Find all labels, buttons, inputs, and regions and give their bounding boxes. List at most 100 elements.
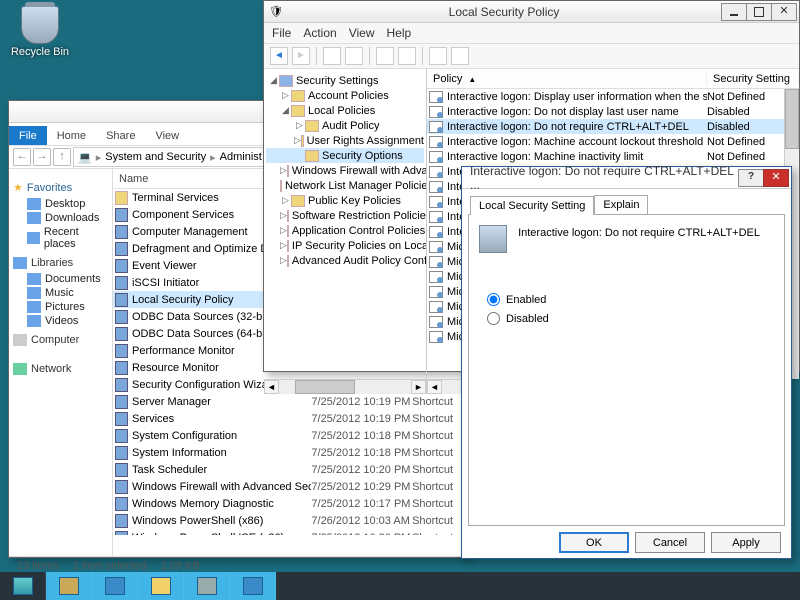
tree-node[interactable]: ◢Security Settings: [266, 73, 424, 88]
minimize-button[interactable]: [721, 3, 747, 21]
tab-home[interactable]: Home: [47, 126, 96, 145]
expand-icon[interactable]: ▷: [280, 240, 287, 251]
tab-file[interactable]: File: [9, 126, 47, 145]
policy-row[interactable]: Interactive logon: Display user informat…: [427, 89, 799, 104]
tree-node[interactable]: ▷User Rights Assignment: [266, 133, 424, 148]
nav-forward-button[interactable]: →: [33, 148, 51, 166]
menu-view[interactable]: View: [349, 26, 375, 40]
nav-favorites-header[interactable]: ★Favorites: [13, 181, 108, 194]
tab-view[interactable]: View: [145, 126, 189, 145]
taskbar-secpol[interactable]: [184, 572, 230, 600]
nav-item[interactable]: Desktop: [13, 197, 108, 211]
expand-icon[interactable]: ▷: [280, 90, 291, 101]
tree-node[interactable]: ▷Account Policies: [266, 88, 424, 103]
menu-help[interactable]: Help: [387, 26, 412, 40]
nav-up-button[interactable]: ↑: [53, 148, 71, 166]
list-item[interactable]: Windows PowerShell (x86)7/26/2012 10:03 …: [113, 512, 467, 529]
expand-icon[interactable]: ▷: [294, 135, 301, 146]
list-item[interactable]: System Information7/25/2012 10:18 PMShor…: [113, 444, 467, 461]
tree-node[interactable]: ▷Advanced Audit Policy Confi: [266, 253, 424, 268]
expand-icon[interactable]: ▷: [280, 210, 287, 221]
tree-node[interactable]: ▷Audit Policy: [266, 118, 424, 133]
dialog-title: Interactive logon: Do not require CTRL+A…: [464, 164, 739, 192]
expand-icon[interactable]: ▷: [294, 120, 305, 131]
toolbar-btn[interactable]: [451, 47, 469, 65]
network-icon: [13, 363, 27, 375]
expand-icon[interactable]: ▷: [280, 225, 287, 236]
item-icon: [115, 531, 128, 536]
nav-item[interactable]: Documents: [13, 272, 108, 286]
tree-node[interactable]: ▷Windows Firewall with Advan: [266, 163, 424, 178]
sort-indicator-icon: ▲: [468, 75, 476, 84]
nav-item[interactable]: Recent places: [13, 225, 108, 251]
list-item[interactable]: Task Scheduler7/25/2012 10:20 PMShortcut: [113, 461, 467, 478]
breadcrumb-seg-2[interactable]: Administ: [220, 151, 262, 163]
tree-node[interactable]: ◢Local Policies: [266, 103, 424, 118]
tree-node[interactable]: ▷Public Key Policies: [266, 193, 424, 208]
nav-item[interactable]: Videos: [13, 314, 108, 328]
tree-node[interactable]: ▷Application Control Policies: [266, 223, 424, 238]
start-button[interactable]: [0, 572, 46, 600]
cancel-button[interactable]: Cancel: [635, 532, 705, 553]
radio-disabled[interactable]: Disabled: [487, 312, 774, 325]
taskbar-powershell[interactable]: [92, 572, 138, 600]
policy-row[interactable]: Interactive logon: Do not display last u…: [427, 104, 799, 119]
breadcrumb-seg-1[interactable]: System and Security: [105, 151, 206, 163]
list-item[interactable]: Services7/25/2012 10:19 PMShortcut: [113, 410, 467, 427]
nav-libraries-header[interactable]: Libraries: [13, 257, 108, 269]
list-item[interactable]: Server Manager7/25/2012 10:19 PMShortcut: [113, 393, 467, 410]
toolbar-btn[interactable]: [345, 47, 363, 65]
folder-icon: [287, 240, 289, 252]
toolbar-btn[interactable]: [398, 47, 416, 65]
list-item[interactable]: Windows PowerShell ISE (x86)7/25/2012 10…: [113, 529, 467, 535]
expand-icon[interactable]: ◢: [268, 75, 279, 86]
tab-explain[interactable]: Explain: [594, 195, 648, 214]
radio-enabled[interactable]: Enabled: [487, 293, 774, 306]
close-button[interactable]: [763, 169, 789, 187]
column-header-policy[interactable]: Policy▲: [427, 73, 707, 85]
toolbar-back-button[interactable]: [270, 47, 288, 65]
nav-item[interactable]: Music: [13, 286, 108, 300]
tab-local-security-setting[interactable]: Local Security Setting: [470, 196, 594, 215]
column-header-setting[interactable]: Security Setting: [707, 73, 799, 85]
recycle-bin[interactable]: Recycle Bin: [10, 6, 70, 58]
menu-bar: File Action View Help: [264, 23, 799, 44]
policy-row[interactable]: Interactive logon: Machine account locko…: [427, 134, 799, 149]
expand-icon[interactable]: ▷: [280, 255, 287, 266]
tree-node[interactable]: Network List Manager Policie: [266, 178, 424, 193]
nav-item[interactable]: Downloads: [13, 211, 108, 225]
tree-node[interactable]: ▷Software Restriction Policies: [266, 208, 424, 223]
ok-button[interactable]: OK: [559, 532, 629, 553]
toolbar-btn[interactable]: [376, 47, 394, 65]
menu-action[interactable]: Action: [303, 26, 336, 40]
list-item[interactable]: Windows Firewall with Advanced Security7…: [113, 478, 467, 495]
nav-computer[interactable]: Computer: [13, 334, 108, 346]
toolbar-btn[interactable]: [323, 47, 341, 65]
maximize-button[interactable]: [746, 3, 772, 21]
expand-icon[interactable]: ▷: [280, 195, 291, 206]
policy-row[interactable]: Interactive logon: Machine inactivity li…: [427, 149, 799, 164]
taskbar-item[interactable]: [230, 572, 276, 600]
list-item[interactable]: System Configuration7/25/2012 10:18 PMSh…: [113, 427, 467, 444]
nav-network[interactable]: Network: [13, 363, 108, 375]
item-icon: [115, 191, 128, 205]
help-button[interactable]: [738, 169, 764, 187]
toolbar-forward-button[interactable]: [292, 47, 310, 65]
tree-node[interactable]: Security Options: [266, 148, 424, 163]
toolbar-btn[interactable]: [429, 47, 447, 65]
tab-share[interactable]: Share: [96, 126, 145, 145]
taskbar-server-manager[interactable]: [46, 572, 92, 600]
nav-back-button[interactable]: ←: [13, 148, 31, 166]
list-item[interactable]: Windows Memory Diagnostic7/25/2012 10:17…: [113, 495, 467, 512]
tree-node[interactable]: ▷IP Security Policies on Local C: [266, 238, 424, 253]
taskbar-explorer[interactable]: [138, 572, 184, 600]
apply-button[interactable]: Apply: [711, 532, 781, 553]
menu-file[interactable]: File: [272, 26, 291, 40]
policy-icon: [429, 271, 443, 283]
expand-icon[interactable]: ▷: [280, 165, 287, 176]
tree-horizontal-scrollbar[interactable]: ◄►: [264, 379, 426, 394]
expand-icon[interactable]: ◢: [280, 105, 291, 116]
nav-item[interactable]: Pictures: [13, 300, 108, 314]
policy-row[interactable]: Interactive logon: Do not require CTRL+A…: [427, 119, 799, 134]
close-button[interactable]: [771, 3, 797, 21]
